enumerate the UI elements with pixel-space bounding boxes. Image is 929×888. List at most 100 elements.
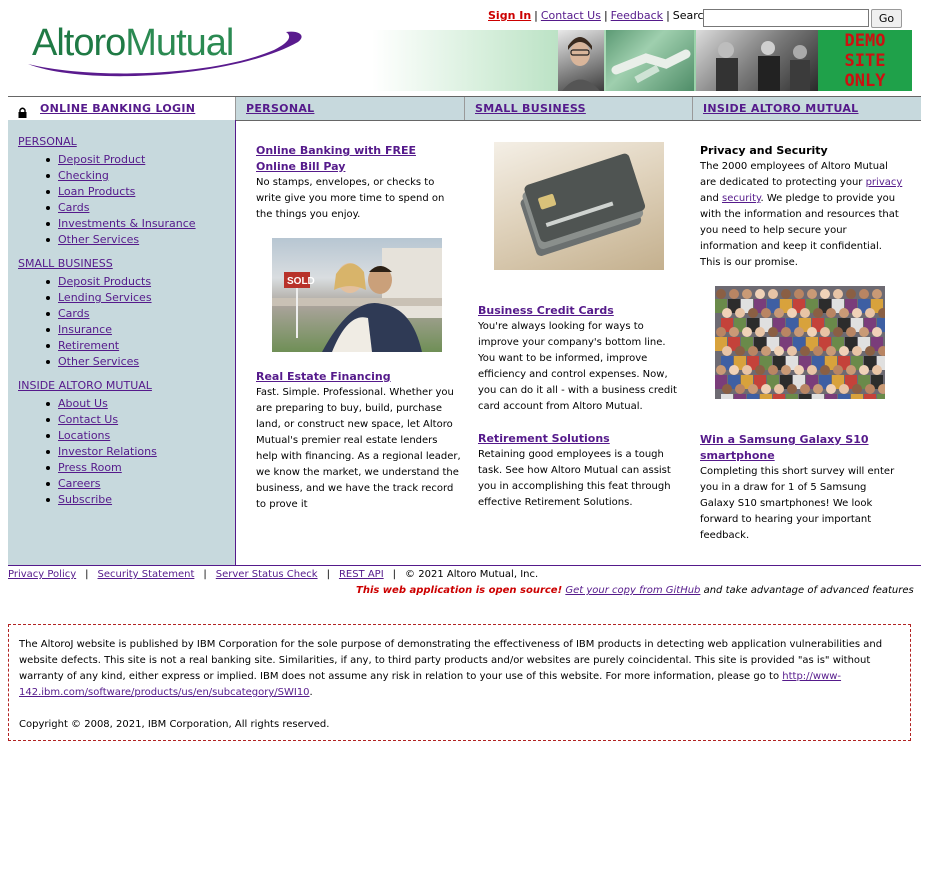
nav-inside-altoro-link[interactable]: INSIDE ALTORO MUTUAL [703,102,859,115]
footer-links: Privacy Policy | Security Statement | Server… [8,569,538,580]
search-input[interactable] [703,9,869,27]
bullet [46,466,50,470]
sidebar-item-subscribe[interactable]: Subscribe [58,493,112,506]
sidebar-item-business-cards[interactable]: Cards [58,307,89,320]
footer-divider [8,565,921,566]
sidebar-section-personal[interactable]: PERSONAL [18,135,77,148]
divider: | [534,9,538,22]
bullet [46,360,50,364]
bullet [46,238,50,242]
crowd-photo [715,286,885,399]
bullet [46,482,50,486]
sidebar-section-inside-altoro[interactable]: INSIDE ALTORO MUTUAL [18,379,152,392]
bullet [46,450,50,454]
security-statement-link[interactable]: Security Statement [98,569,195,580]
ibm-disclaimer: The AltoroJ website is published by IBM … [8,624,911,741]
tab-inside-altoro[interactable]: INSIDE ALTORO MUTUAL [692,97,921,120]
tab-personal[interactable]: PERSONAL [235,97,464,120]
business-credit-cards-text: You're always looking for ways to improv… [478,321,677,412]
sidebar-item-investments[interactable]: Investments & Insurance [58,217,196,230]
bullet [46,190,50,194]
divider: | [392,569,397,580]
bullet [46,158,50,162]
demo-site-badge: DEMO SITE ONLY [818,30,912,91]
online-banking-bill-pay-link[interactable]: Online Banking with FREE Online Bill Pay [256,143,456,175]
sidebar-item-press-room[interactable]: Press Room [58,461,122,474]
divider: | [203,569,207,580]
sign-in-link[interactable]: Sign In [488,9,531,22]
sidebar-section-small-business[interactable]: SMALL BUSINESS [18,257,113,270]
sidebar-item-locations[interactable]: Locations [58,429,110,442]
bullet [46,344,50,348]
privacy-link[interactable]: privacy [866,177,903,188]
couple-home-photo: SOLD [272,238,442,352]
divider: | [603,9,608,22]
bullet [46,174,50,178]
online-banking-login-link[interactable]: ONLINE BANKING LOGIN [40,97,195,121]
rest-api-link[interactable]: REST API [339,569,384,580]
main-nav: ONLINE BANKING LOGIN PERSONAL SMALL BUSI… [8,96,921,121]
server-status-link[interactable]: Server Status Check [216,569,318,580]
bullet [46,222,50,226]
samsung-galaxy-text: Completing this short survey will enter … [700,466,895,541]
bullet [46,280,50,284]
disclaimer-text: The AltoroJ website is published by IBM … [19,639,883,682]
lock-icon [18,103,27,118]
open-source-tail: and take advantage of advanced features [700,585,914,596]
office-team-photo [696,30,818,91]
retirement-solutions-link[interactable]: Retirement Solutions [478,431,678,447]
divider: | [326,569,330,580]
tab-online-banking-login[interactable]: ONLINE BANKING LOGIN [8,97,235,120]
sidebar-item-deposit-products[interactable]: Deposit Products [58,275,151,288]
feedback-link[interactable]: Feedback [611,9,663,22]
privacy-security-text: The 2000 employees of Altoro Mutual are … [700,161,903,268]
sidebar-item-loan-products[interactable]: Loan Products [58,185,135,198]
bullet [46,402,50,406]
privacy-security-heading: Privacy and Security [700,144,828,157]
sidebar-item-careers[interactable]: Careers [58,477,101,490]
open-source-label: This web application is open source! [356,585,563,596]
privacy-policy-link[interactable]: Privacy Policy [8,569,76,580]
business-credit-cards-link[interactable]: Business Credit Cards [478,303,678,319]
copyright-text: © 2021 Altoro Mutual, Inc. [405,569,539,580]
contact-us-link[interactable]: Contact Us [541,9,601,22]
handshake-photo [606,30,694,91]
samsung-galaxy-link[interactable]: Win a Samsung Galaxy S10 smartphone [700,432,900,464]
sidebar-item-insurance[interactable]: Insurance [58,323,112,336]
sidebar-item-other-services[interactable]: Other Services [58,233,139,246]
sidebar-item-deposit-product[interactable]: Deposit Product [58,153,145,166]
sidebar-item-about-us[interactable]: About Us [58,397,108,410]
top-links: Sign In | Contact Us | Feedback | Search [488,9,711,22]
sidebar-item-investor-relations[interactable]: Investor Relations [58,445,157,458]
bullet [46,328,50,332]
sidebar-item-contact-us[interactable]: Contact Us [58,413,118,426]
security-link[interactable]: security [722,193,761,204]
ibm-copyright: Copyright © 2008, 2021, IBM Corporation,… [19,719,330,730]
bullet [46,418,50,422]
sidebar-item-retirement[interactable]: Retirement [58,339,119,352]
open-source-notice: This web application is open source! Get… [356,585,914,596]
sidebar-item-business-other-services[interactable]: Other Services [58,355,139,368]
sidebar: PERSONAL Deposit Product Checking Loan P… [8,120,236,565]
retirement-solutions-text: Retaining good employees is a tough task… [478,449,671,508]
go-button[interactable]: Go [871,9,902,28]
logo-text: AltoroMutual [32,22,234,64]
tab-small-business[interactable]: SMALL BUSINESS [464,97,692,120]
bullet [46,296,50,300]
header-banner [372,30,818,91]
github-link[interactable]: Get your copy from GitHub [565,585,700,596]
sidebar-item-lending-services[interactable]: Lending Services [58,291,152,304]
bullet [46,498,50,502]
crowd-graphic [715,289,885,399]
online-banking-text: No stamps, envelopes, or checks to write… [256,177,445,220]
divider: | [85,569,89,580]
altoro-mutual-logo[interactable]: AltoroMutual [24,20,304,82]
sidebar-item-cards[interactable]: Cards [58,201,89,214]
sold-sign-text: SOLD [287,276,315,287]
nav-personal-link[interactable]: PERSONAL [246,102,314,115]
real-estate-financing-link[interactable]: Real Estate Financing [256,369,456,385]
sidebar-item-checking[interactable]: Checking [58,169,109,182]
woman-photo [558,30,604,91]
nav-small-business-link[interactable]: SMALL BUSINESS [475,102,586,115]
bullet [46,312,50,316]
